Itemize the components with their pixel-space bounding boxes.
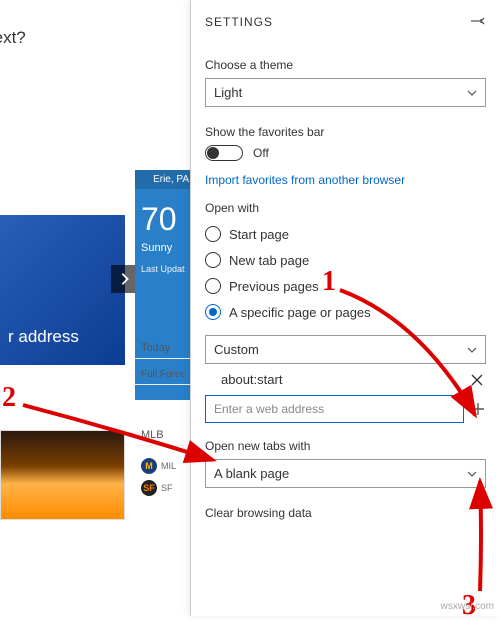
favorites-label: Show the favorites bar [205,125,486,139]
chevron-down-icon [467,469,477,479]
team-code: MIL [161,461,176,471]
background-content: o next? r address Erie, PA 70 Sunny Last… [0,0,190,616]
openwith-label: Open with [205,201,486,215]
favorites-toggle-label: Off [253,146,269,160]
watermark: wsxwsj.com [441,601,494,612]
toggle-knob [207,147,219,159]
newtabs-value: A blank page [214,466,289,481]
custom-page-select[interactable]: Custom [205,335,486,364]
team-badge-icon: M [141,458,157,474]
radio-label: Previous pages [229,279,319,294]
weather-location: Erie, PA [135,170,195,189]
bg-prompt-text: o next? [0,28,26,48]
favorites-toggle[interactable] [205,145,243,161]
chevron-down-icon [467,88,477,98]
sports-mlb-heading[interactable]: MLB [135,425,195,446]
pin-icon[interactable] [470,14,486,30]
settings-panel: SETTINGS Choose a theme Light Show the f… [190,0,500,616]
news-tile[interactable]: r address [0,215,125,365]
team-row-sf[interactable]: SF SF [135,477,195,499]
weather-today[interactable]: Today [135,338,195,359]
team-badge-icon: SF [141,480,157,496]
add-page-row [205,395,486,423]
weather-condition: Sunny [135,238,195,258]
radio-new-tab[interactable]: New tab page [205,247,486,273]
weather-updated: Last Updat [135,258,195,280]
import-favorites-link[interactable]: Import favorites from another browser [205,173,486,187]
chevron-down-icon [467,345,477,355]
radio-icon [205,252,221,268]
settings-header: SETTINGS [191,0,500,42]
custom-page-value: Custom [214,342,259,357]
weather-forecast[interactable]: Full Forec [135,365,195,385]
team-row-mil[interactable]: M MIL [135,455,195,477]
radio-icon [205,278,221,294]
news-thumbnail[interactable] [0,430,125,520]
radio-icon [205,304,221,320]
newtabs-label: Open new tabs with [205,439,486,453]
theme-select[interactable]: Light [205,78,486,107]
theme-value: Light [214,85,242,100]
weather-temp: 70 [135,189,195,238]
team-code: SF [161,483,173,493]
radio-label: New tab page [229,253,309,268]
web-address-input[interactable] [205,395,464,423]
openwith-radio-group: Start page New tab page Previous pages A… [205,221,486,325]
radio-specific[interactable]: A specific page or pages [205,299,486,325]
radio-icon [205,226,221,242]
sports-teams: M MIL SF SF [135,455,195,499]
add-page-icon[interactable] [470,401,486,417]
theme-label: Choose a theme [205,58,486,72]
clear-data-label: Clear browsing data [205,506,486,520]
radio-label: Start page [229,227,289,242]
page-entry-row: about:start [205,364,486,395]
news-tile-caption: r address [8,327,79,347]
radio-previous[interactable]: Previous pages [205,273,486,299]
remove-page-icon[interactable] [470,373,484,387]
newtabs-select[interactable]: A blank page [205,459,486,488]
radio-label: A specific page or pages [229,305,371,320]
page-entry-text: about:start [207,372,282,387]
radio-start-page[interactable]: Start page [205,221,486,247]
settings-title: SETTINGS [205,15,273,29]
